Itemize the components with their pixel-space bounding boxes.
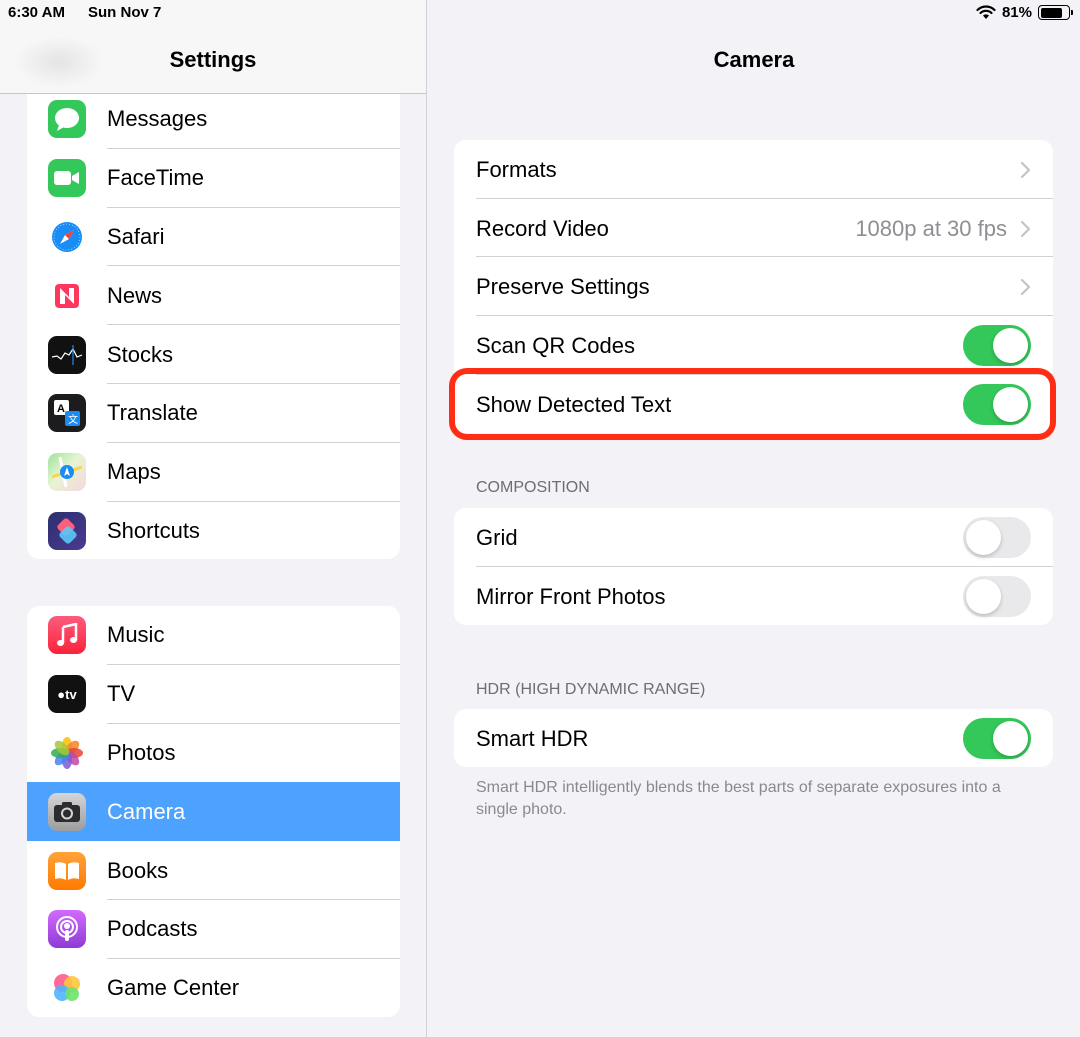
sidebar-item-music[interactable]: Music xyxy=(27,606,400,665)
news-icon xyxy=(48,276,86,315)
section-header-hdr: HDR (HIGH DYNAMIC RANGE) xyxy=(476,681,706,698)
status-indicators: 81% xyxy=(976,4,1073,21)
stocks-icon xyxy=(48,335,86,374)
mirror-front-photos-toggle[interactable] xyxy=(963,575,1031,617)
sidebar-item-label: FaceTime xyxy=(107,165,204,191)
hdr-settings: Smart HDR xyxy=(454,709,1053,767)
sidebar-item-label: News xyxy=(107,282,163,308)
setting-label: Formats xyxy=(476,157,557,182)
sidebar-item-label: Maps xyxy=(107,459,161,485)
sidebar-item-facetime[interactable]: FaceTime xyxy=(27,149,400,208)
status-bar: 6:30 AM Sun Nov 7 81% xyxy=(0,0,1080,28)
sidebar-item-books[interactable]: Books xyxy=(27,841,400,900)
setting-row-mirror-front-photos: Mirror Front Photos xyxy=(454,567,1053,626)
sidebar-item-messages[interactable]: Messages xyxy=(27,90,400,149)
sidebar-item-game-center[interactable]: Game Center xyxy=(27,959,400,1017)
page-title: Camera xyxy=(713,47,795,72)
sidebar-item-label: TV xyxy=(107,681,136,707)
wifi-icon xyxy=(976,5,996,19)
sidebar-item-label: Shortcuts xyxy=(107,517,200,543)
sidebar-item-maps[interactable]: Maps xyxy=(27,443,400,502)
camera-icon xyxy=(48,792,86,831)
scan-qr-codes-toggle[interactable] xyxy=(963,325,1031,367)
setting-row-formats[interactable]: Formats xyxy=(454,140,1053,199)
sidebar-item-label: Podcasts xyxy=(107,916,198,942)
sidebar-group-apps: Messages FaceTime Safari News Stocks A 文 Transl… xyxy=(27,88,400,559)
facetime-icon xyxy=(48,159,86,198)
battery-percent: 81% xyxy=(1001,4,1032,21)
messages-icon xyxy=(48,100,86,139)
sidebar: Messages FaceTime Safari News Stocks A 文 Transl… xyxy=(0,0,427,1037)
podcasts-icon xyxy=(48,910,86,949)
setting-row-smart-hdr: Smart HDR xyxy=(454,709,1053,768)
sidebar-item-camera[interactable]: Camera xyxy=(27,782,400,842)
sidebar-item-label: Safari xyxy=(107,223,165,249)
camera-main-settings: Formats Record Video 1080p at 30 fps Preser… xyxy=(454,140,1053,433)
toggle-knob xyxy=(993,721,1028,756)
svg-text:文: 文 xyxy=(68,413,78,426)
status-time: 6:30 AM xyxy=(8,4,65,21)
sidebar-item-label: Camera xyxy=(107,798,186,824)
sidebar-item-label: Music xyxy=(107,622,165,648)
sidebar-item-stocks[interactable]: Stocks xyxy=(27,325,400,384)
chevron-right-icon xyxy=(1020,161,1031,179)
toggle-knob xyxy=(993,328,1028,364)
sidebar-item-label: Game Center xyxy=(107,975,240,1001)
chevron-right-icon xyxy=(1020,220,1031,237)
sidebar-item-label: Messages xyxy=(107,106,208,132)
sidebar-item-label: Stocks xyxy=(107,341,174,367)
sidebar-item-tv[interactable]: ●tv TV xyxy=(27,665,400,724)
setting-row-scan-qr-codes: Scan QR Codes xyxy=(454,316,1053,375)
setting-label: Record Video xyxy=(476,215,609,241)
setting-row-preserve-settings[interactable]: Preserve Settings xyxy=(454,257,1053,317)
safari-icon xyxy=(48,217,86,256)
game-center-icon xyxy=(48,969,86,1008)
setting-label: Grid xyxy=(476,525,518,550)
shortcuts-icon xyxy=(48,511,86,550)
toggle-knob xyxy=(966,520,1001,555)
battery-icon xyxy=(1038,5,1073,20)
toggle-knob xyxy=(966,578,1001,614)
sidebar-item-label: Photos xyxy=(107,739,176,765)
hdr-footer-note: Smart HDR intelligently blends the best … xyxy=(476,779,1001,818)
grid-toggle[interactable] xyxy=(963,517,1031,558)
music-icon xyxy=(48,616,86,655)
smart-hdr-toggle[interactable] xyxy=(963,718,1031,759)
sidebar-item-podcasts[interactable]: Podcasts xyxy=(27,900,400,959)
sidebar-item-label: Translate xyxy=(107,400,198,426)
sidebar-item-label: Books xyxy=(107,857,169,883)
translate-icon: A文 xyxy=(48,394,86,433)
chevron-right-icon xyxy=(1020,279,1031,296)
battery-level xyxy=(1040,7,1063,18)
sidebar-title: Settings xyxy=(169,47,257,72)
setting-label: Smart HDR xyxy=(476,726,589,751)
setting-label: Scan QR Codes xyxy=(476,333,635,359)
maps-icon xyxy=(48,453,86,492)
tv-icon: ●tv xyxy=(48,675,86,714)
setting-label: Preserve Settings xyxy=(476,274,650,300)
section-header-composition: COMPOSITION xyxy=(476,479,590,496)
sidebar-item-translate[interactable]: A 文 Translate xyxy=(27,384,400,443)
sidebar-item-safari[interactable]: Safari xyxy=(27,208,400,267)
books-icon xyxy=(48,851,86,890)
composition-settings: Grid Mirror Front Photos xyxy=(454,508,1053,625)
show-detected-text-toggle[interactable] xyxy=(963,383,1031,425)
toggle-knob xyxy=(993,386,1028,422)
status-date: Sun Nov 7 xyxy=(88,4,162,21)
sidebar-item-news[interactable]: News xyxy=(27,266,400,326)
setting-label: Mirror Front Photos xyxy=(476,583,666,609)
setting-value: 1080p at 30 fps xyxy=(855,215,1007,241)
setting-row-show-detected-text: Show Detected Text xyxy=(454,375,1053,434)
svg-text:A: A xyxy=(57,403,65,415)
photos-icon xyxy=(48,733,86,772)
setting-label: Show Detected Text xyxy=(476,391,672,417)
sidebar-item-shortcuts[interactable]: Shortcuts xyxy=(27,502,400,559)
setting-row-record-video[interactable]: Record Video 1080p at 30 fps xyxy=(454,199,1053,258)
sidebar-item-photos[interactable]: Photos xyxy=(27,724,400,783)
sidebar-group-media: Music ●tv TV Photos Camera Books Podcasts Game … xyxy=(27,606,400,1017)
setting-row-grid: Grid xyxy=(454,508,1053,567)
